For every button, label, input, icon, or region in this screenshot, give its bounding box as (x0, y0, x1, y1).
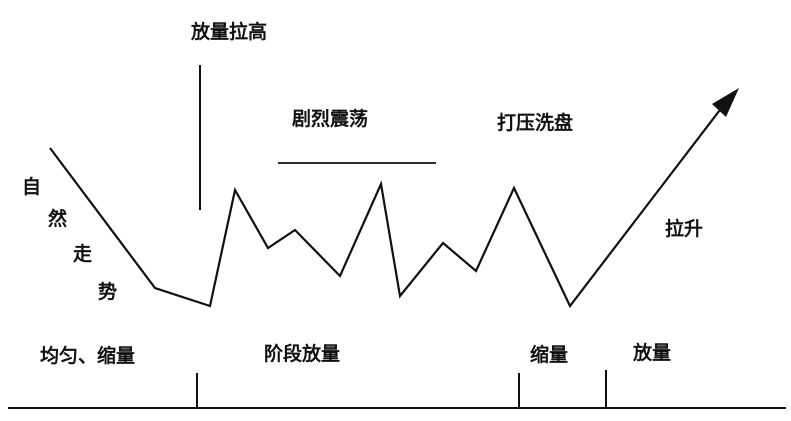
stock-washout-diagram: 放量拉高 剧烈震荡 打压洗盘 拉升 自 然 走 势 均匀、缩量 阶段放量 缩量 … (0, 0, 791, 421)
label-uniform-shrink: 均匀、缩量 (40, 345, 136, 367)
natural-trend-char-1: 自 (22, 176, 42, 198)
label-shrink: 缩量 (530, 344, 569, 366)
label-pull-up: 拉升 (665, 218, 704, 240)
price-trend-line (49, 101, 727, 309)
natural-trend-char-4: 势 (98, 281, 118, 303)
label-expand: 放量 (633, 342, 672, 364)
pull-up-arrowhead (712, 88, 739, 117)
label-violent-oscillation: 剧烈震荡 (292, 108, 369, 130)
label-suppress-washout: 打压洗盘 (497, 112, 574, 134)
label-stage-volume: 阶段放量 (264, 343, 341, 365)
natural-trend-char-3: 走 (73, 243, 93, 265)
natural-trend-char-2: 然 (48, 208, 68, 230)
label-volume-lift: 放量拉高 (191, 21, 268, 43)
